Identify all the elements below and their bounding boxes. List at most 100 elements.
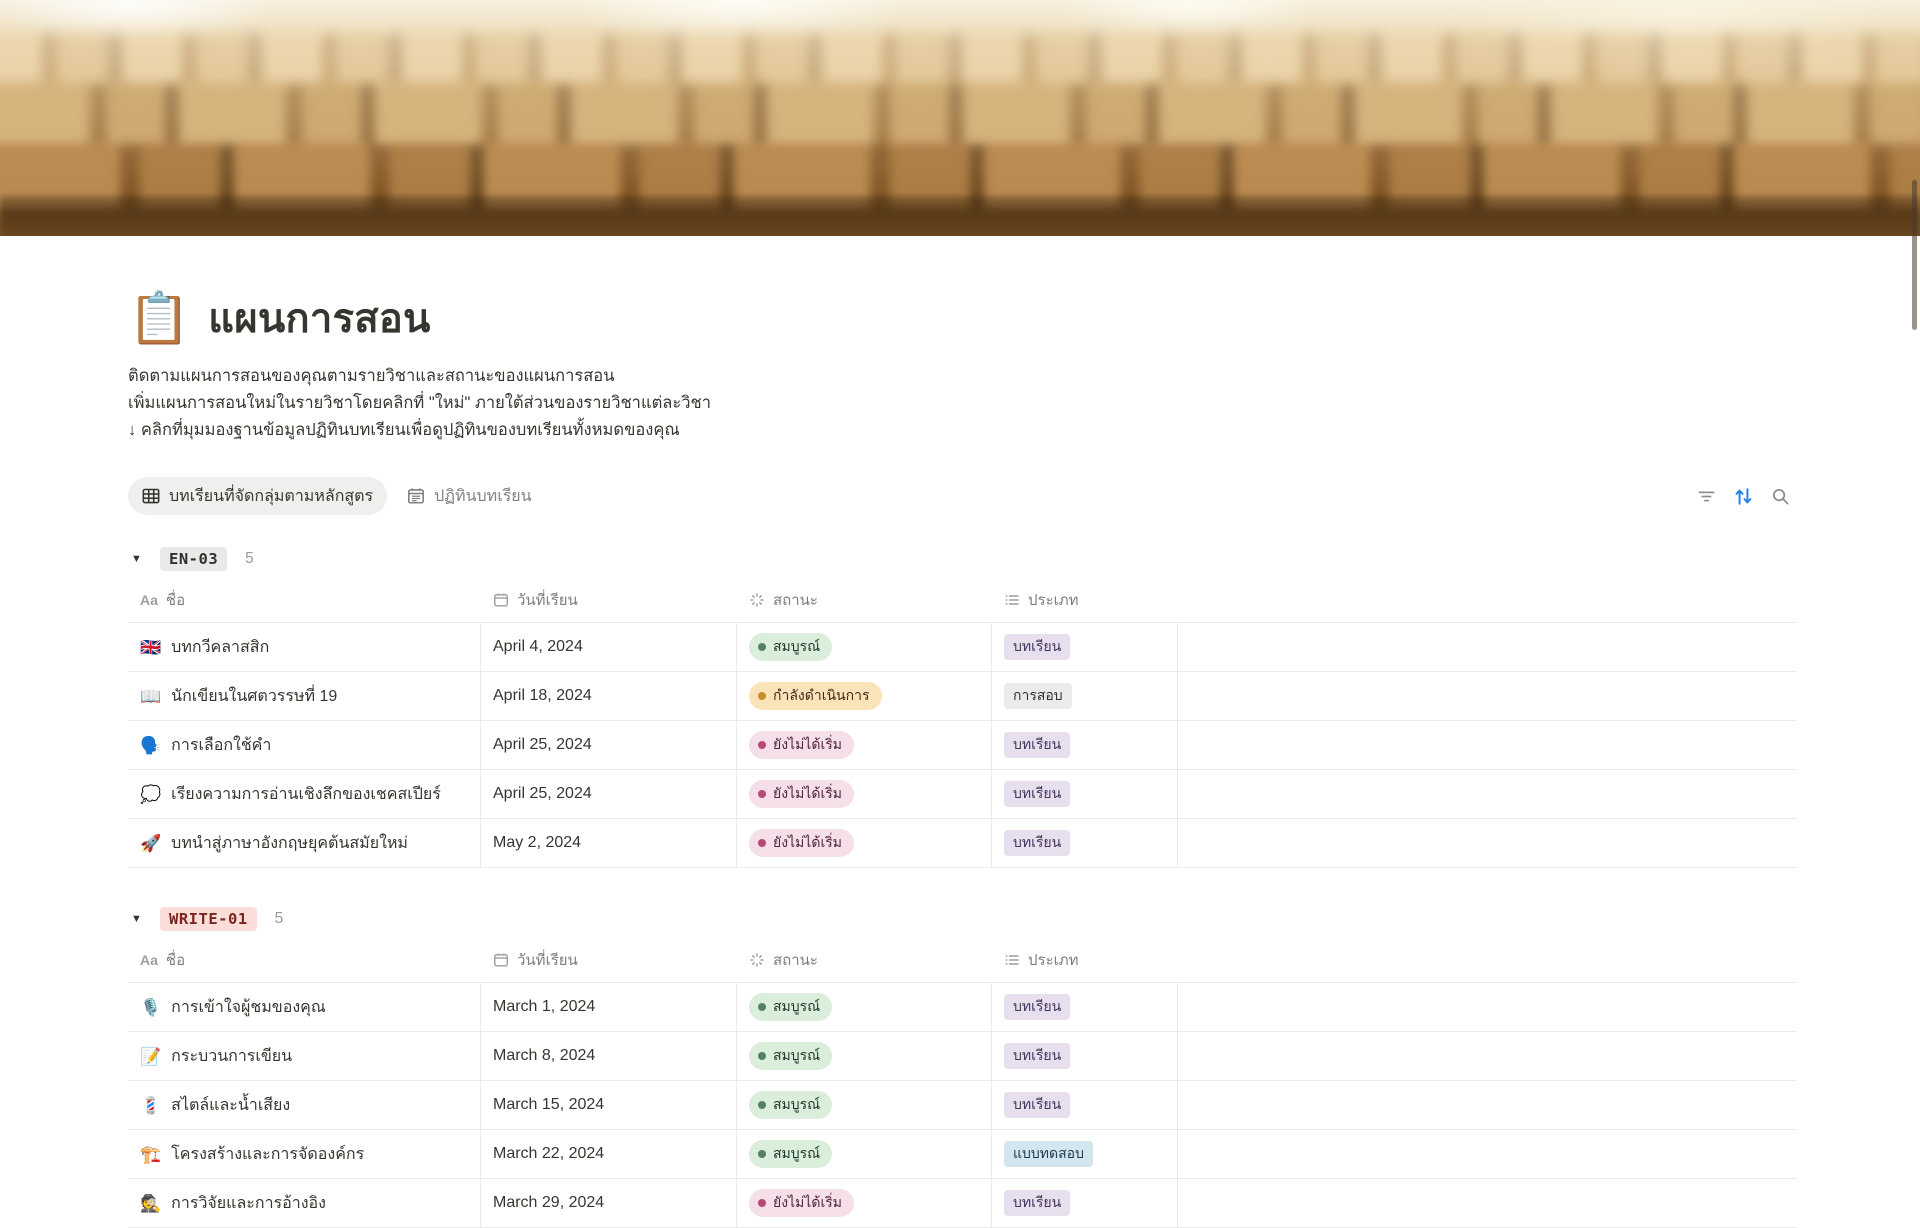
lesson-date: April 18, 2024 xyxy=(493,687,592,705)
table-row[interactable]: 💭 เรียงความการอ่านเชิงลึกของเชคสเปียร์ A… xyxy=(128,770,1797,819)
table-row[interactable]: 🕵️ การวิจัยและการอ้างอิง March 29, 2024 … xyxy=(128,1179,1797,1228)
status-cell[interactable]: สมบูรณ์ xyxy=(737,1081,992,1129)
group-pill[interactable]: WRITE-01 xyxy=(160,907,257,931)
empty-cell[interactable] xyxy=(1178,1130,1797,1178)
status-cell[interactable]: สมบูรณ์ xyxy=(737,1032,992,1080)
page-title-row: 📋 แผนการสอน xyxy=(128,236,1797,350)
empty-cell[interactable] xyxy=(1178,1032,1797,1080)
column-header-name[interactable]: Aa ชื่อ xyxy=(128,578,481,622)
date-cell[interactable]: May 2, 2024 xyxy=(481,819,737,867)
group-header: ▼ EN-03 5 xyxy=(128,540,1797,578)
empty-cell[interactable] xyxy=(1178,983,1797,1031)
status-cell[interactable]: ยังไม่ได้เริ่ม xyxy=(737,1179,992,1227)
table-rows: 🇬🇧 บทกวีคลาสสิก April 4, 2024 สมบูรณ์ บท… xyxy=(128,623,1797,868)
date-cell[interactable]: April 18, 2024 xyxy=(481,672,737,720)
name-cell[interactable]: 💈 สไตล์และน้ำเสียง xyxy=(128,1081,481,1129)
empty-cell[interactable] xyxy=(1178,1081,1797,1129)
name-cell[interactable]: 🗣️ การเลือกใช้คำ xyxy=(128,721,481,769)
name-cell[interactable]: 📖 นักเขียนในศตวรรษที่ 19 xyxy=(128,672,481,720)
table-row[interactable]: 🗣️ การเลือกใช้คำ April 25, 2024 ยังไม่ได… xyxy=(128,721,1797,770)
type-cell[interactable]: บทเรียน xyxy=(992,1081,1178,1129)
name-cell[interactable]: 🎙️ การเข้าใจผู้ชมของคุณ xyxy=(128,983,481,1031)
status-cell[interactable]: ยังไม่ได้เริ่ม xyxy=(737,819,992,867)
status-cell[interactable]: กำลังดำเนินการ xyxy=(737,672,992,720)
calendar-icon xyxy=(493,952,509,968)
column-header-date[interactable]: วันที่เรียน xyxy=(481,578,737,622)
table-header-row: Aa ชื่อ วันที่เรียน สถานะ xyxy=(128,578,1797,623)
empty-cell[interactable] xyxy=(1178,623,1797,671)
table-row[interactable]: 📖 นักเขียนในศตวรรษที่ 19 April 18, 2024 … xyxy=(128,672,1797,721)
date-cell[interactable]: March 22, 2024 xyxy=(481,1130,737,1178)
column-header-type[interactable]: ประเภท xyxy=(992,938,1178,982)
empty-cell[interactable] xyxy=(1178,672,1797,720)
page-title: แผนการสอน xyxy=(208,286,430,350)
name-cell[interactable]: 💭 เรียงความการอ่านเชิงลึกของเชคสเปียร์ xyxy=(128,770,481,818)
status-cell[interactable]: สมบูรณ์ xyxy=(737,1130,992,1178)
column-header-status[interactable]: สถานะ xyxy=(737,938,992,982)
status-badge: สมบูรณ์ xyxy=(749,633,832,661)
empty-cell[interactable] xyxy=(1178,1179,1797,1227)
empty-cell[interactable] xyxy=(1178,770,1797,818)
text-property-icon: Aa xyxy=(140,592,158,608)
column-header-label: ประเภท xyxy=(1028,948,1079,972)
type-cell[interactable]: บทเรียน xyxy=(992,1032,1178,1080)
date-cell[interactable]: March 1, 2024 xyxy=(481,983,737,1031)
name-cell[interactable]: 🕵️ การวิจัยและการอ้างอิง xyxy=(128,1179,481,1227)
table-row[interactable]: 🚀 บทนำสู่ภาษาอังกฤษยุคต้นสมัยใหม่ May 2,… xyxy=(128,819,1797,868)
name-cell[interactable]: 📝 กระบวนการเขียน xyxy=(128,1032,481,1080)
status-cell[interactable]: สมบูรณ์ xyxy=(737,623,992,671)
table-row[interactable]: 💈 สไตล์และน้ำเสียง March 15, 2024 สมบูรณ… xyxy=(128,1081,1797,1130)
status-cell[interactable]: ยังไม่ได้เริ่ม xyxy=(737,721,992,769)
status-cell[interactable]: สมบูรณ์ xyxy=(737,983,992,1031)
column-header-name[interactable]: Aa ชื่อ xyxy=(128,938,481,982)
empty-cell[interactable] xyxy=(1178,819,1797,867)
name-cell[interactable]: 🚀 บทนำสู่ภาษาอังกฤษยุคต้นสมัยใหม่ xyxy=(128,819,481,867)
view-toolbar: บทเรียนที่จัดกลุ่มตามหลักสูตร ปฏิทินบทเร… xyxy=(128,477,1797,515)
type-cell[interactable]: บทเรียน xyxy=(992,721,1178,769)
page-scrollbar[interactable] xyxy=(1912,180,1917,330)
column-header-type[interactable]: ประเภท xyxy=(992,578,1178,622)
table-icon xyxy=(142,487,160,505)
search-icon[interactable] xyxy=(1769,485,1791,507)
collapse-triangle-icon[interactable]: ▼ xyxy=(131,553,146,565)
type-cell[interactable]: บทเรียน xyxy=(992,770,1178,818)
sort-arrows-icon[interactable] xyxy=(1732,485,1754,507)
name-cell[interactable]: 🇬🇧 บทกวีคลาสสิก xyxy=(128,623,481,671)
tab-lessons-grouped-by-course[interactable]: บทเรียนที่จัดกลุ่มตามหลักสูตร xyxy=(128,477,387,515)
table-row[interactable]: 🎙️ การเข้าใจผู้ชมของคุณ March 1, 2024 สม… xyxy=(128,983,1797,1032)
table-row[interactable]: 📝 กระบวนการเขียน March 8, 2024 สมบูรณ์ บ… xyxy=(128,1032,1797,1081)
page-icon[interactable]: 📋 xyxy=(128,293,190,343)
lesson-name: นักเขียนในศตวรรษที่ 19 xyxy=(171,684,337,709)
tab-lesson-calendar[interactable]: ปฏิทินบทเรียน xyxy=(393,477,545,515)
type-cell[interactable]: การสอบ xyxy=(992,672,1178,720)
date-cell[interactable]: April 4, 2024 xyxy=(481,623,737,671)
name-cell[interactable]: 🏗️ โครงสร้างและการจัดองค์กร xyxy=(128,1130,481,1178)
date-cell[interactable]: March 15, 2024 xyxy=(481,1081,737,1129)
column-header-status[interactable]: สถานะ xyxy=(737,578,992,622)
type-cell[interactable]: บทเรียน xyxy=(992,983,1178,1031)
status-cell[interactable]: ยังไม่ได้เริ่ม xyxy=(737,770,992,818)
empty-cell[interactable] xyxy=(1178,721,1797,769)
status-badge: สมบูรณ์ xyxy=(749,1042,832,1070)
status-label: กำลังดำเนินการ xyxy=(773,685,870,707)
date-cell[interactable]: April 25, 2024 xyxy=(481,770,737,818)
date-cell[interactable]: March 29, 2024 xyxy=(481,1179,737,1227)
group-pill[interactable]: EN-03 xyxy=(160,547,227,571)
status-burst-icon xyxy=(749,952,765,968)
lesson-name: กระบวนการเขียน xyxy=(171,1044,292,1069)
table-row[interactable]: 🏗️ โครงสร้างและการจัดองค์กร March 22, 20… xyxy=(128,1130,1797,1179)
date-cell[interactable]: March 8, 2024 xyxy=(481,1032,737,1080)
row-emoji-icon: 🇬🇧 xyxy=(140,639,161,656)
filter-icon[interactable] xyxy=(1695,485,1717,507)
collapse-triangle-icon[interactable]: ▼ xyxy=(131,913,146,925)
column-header-label: วันที่เรียน xyxy=(517,588,578,612)
date-cell[interactable]: April 25, 2024 xyxy=(481,721,737,769)
column-header-date[interactable]: วันที่เรียน xyxy=(481,938,737,982)
type-cell[interactable]: แบบทดสอบ xyxy=(992,1130,1178,1178)
course-group: ▼ WRITE-01 5 Aa ชื่อ วันที่เรียน xyxy=(128,900,1797,1228)
type-cell[interactable]: บทเรียน xyxy=(992,623,1178,671)
type-cell[interactable]: บทเรียน xyxy=(992,819,1178,867)
table-row[interactable]: 🇬🇧 บทกวีคลาสสิก April 4, 2024 สมบูรณ์ บท… xyxy=(128,623,1797,672)
column-header-label: สถานะ xyxy=(773,588,818,612)
type-cell[interactable]: บทเรียน xyxy=(992,1179,1178,1227)
